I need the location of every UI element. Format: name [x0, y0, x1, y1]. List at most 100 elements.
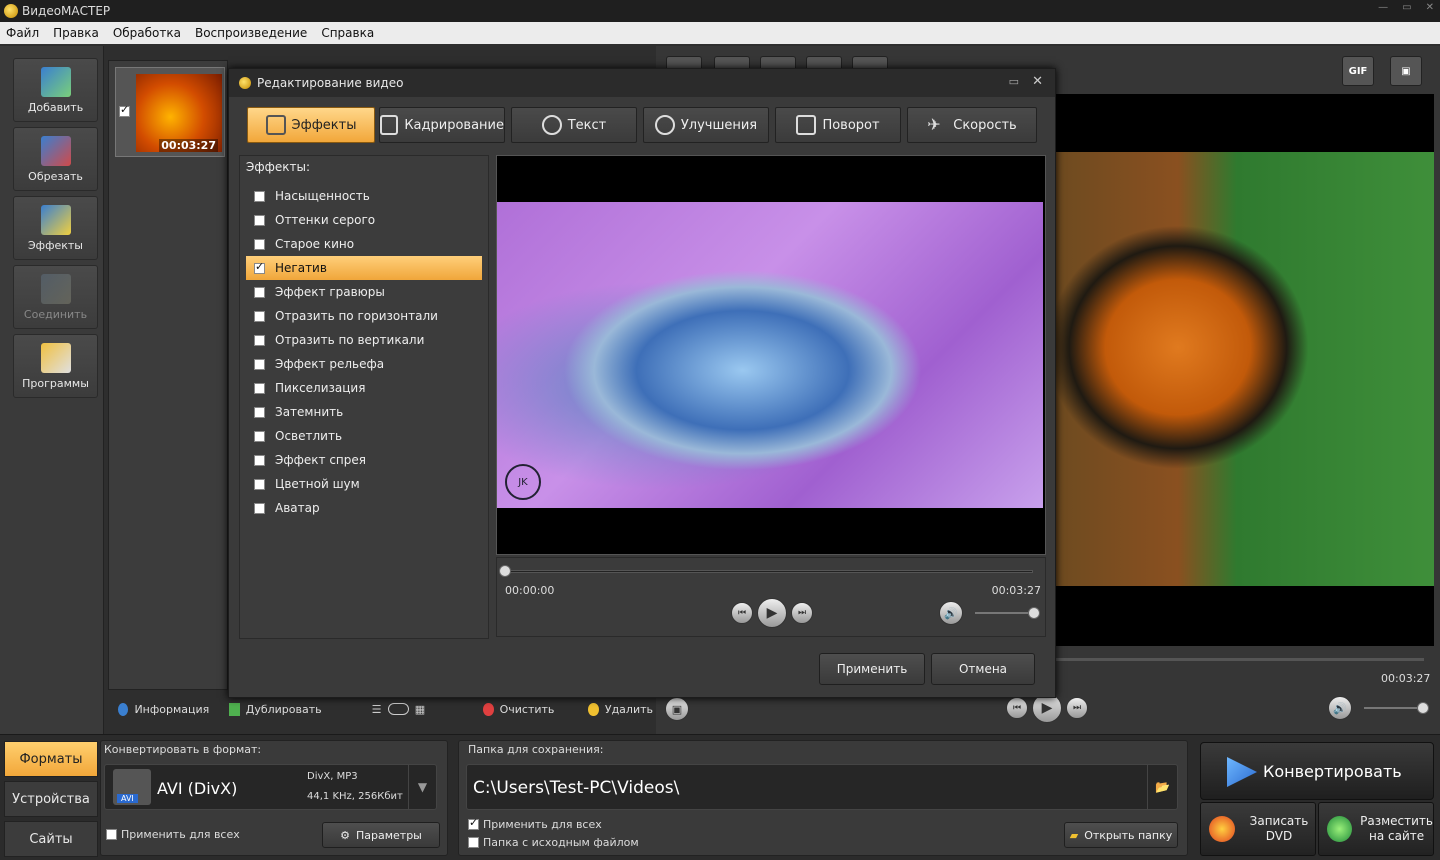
dialog-play-icon[interactable]: ▶	[757, 598, 787, 628]
format-select[interactable]: AVI AVI (DivX) DivX, MP3 44,1 KHz, 256Кб…	[104, 764, 437, 810]
apply-all-folder[interactable]: Применить для всех	[468, 816, 602, 831]
view-toggle[interactable]	[387, 703, 409, 715]
apply-all-checkbox[interactable]	[106, 829, 117, 840]
file-checkbox[interactable]	[119, 103, 130, 117]
folder-path-field[interactable]: C:\Users\Test-PC\Videos\ 📂	[466, 764, 1178, 810]
effect-item[interactable]: Пикселизация	[246, 376, 482, 400]
menu-help[interactable]: Справка	[321, 26, 374, 40]
effect-item[interactable]: Оттенки серого	[246, 208, 482, 232]
dialog-volume-knob[interactable]	[1028, 607, 1040, 619]
programs-button[interactable]: Программы	[13, 334, 98, 398]
convert-arrow-icon	[1227, 757, 1257, 787]
effect-checkbox[interactable]	[254, 286, 265, 298]
chevron-down-icon[interactable]: ▼	[408, 765, 436, 809]
tab-rotate[interactable]: Поворот	[775, 107, 901, 143]
effect-checkbox[interactable]	[254, 190, 265, 202]
effects-tab-icon	[265, 115, 286, 135]
apply-button[interactable]: Применить	[819, 653, 925, 685]
fullscreen-icon[interactable]: ▣	[1390, 56, 1422, 86]
source-folder-checkbox[interactable]	[468, 837, 479, 848]
params-button[interactable]: ⚙ Параметры	[322, 822, 440, 848]
effect-checkbox[interactable]	[254, 310, 265, 322]
burn-dvd-button[interactable]: Записать DVD	[1200, 802, 1316, 856]
dialog-prev-icon[interactable]: ⏮	[731, 602, 753, 624]
open-folder-button[interactable]: ▰ Открыть папку	[1064, 822, 1178, 848]
effect-checkbox[interactable]	[254, 406, 265, 418]
dialog-next-icon[interactable]: ⏭	[791, 602, 813, 624]
cut-button[interactable]: Обрезать	[13, 127, 98, 191]
dialog-timeline[interactable]	[505, 570, 1033, 573]
folder-browse-icon[interactable]: 📂	[1147, 765, 1177, 809]
main-timeline[interactable]	[1056, 658, 1424, 661]
clear-button[interactable]: Очистить	[500, 703, 555, 716]
rotate-icon	[796, 115, 817, 135]
close-icon[interactable]: ✕	[1426, 2, 1434, 13]
effect-checkbox[interactable]	[254, 260, 265, 274]
publish-web-button[interactable]: Разместить на сайте	[1318, 802, 1434, 856]
snapshot-icon[interactable]: ▣	[665, 697, 689, 721]
apply-all-folder-checkbox[interactable]	[468, 816, 479, 830]
effect-item[interactable]: Отразить по вертикали	[246, 328, 482, 352]
effect-item[interactable]: Отразить по горизонтали	[246, 304, 482, 328]
tab-crop[interactable]: Кадрирование	[379, 107, 505, 143]
effect-item[interactable]: Старое кино	[246, 232, 482, 256]
gif-button[interactable]: GIF	[1342, 56, 1374, 86]
grid-view-icon[interactable]: ▦	[415, 703, 425, 716]
add-button[interactable]: Добавить	[13, 58, 98, 122]
effect-label: Негатив	[275, 261, 327, 275]
effect-item[interactable]: Осветлить	[246, 424, 482, 448]
dialog-maximize-icon[interactable]: ▭	[1009, 75, 1019, 88]
volume-icon[interactable]: 🔊	[1328, 696, 1352, 720]
join-button[interactable]: Соединить	[13, 265, 98, 329]
effect-item[interactable]: Насыщенность	[246, 184, 482, 208]
effect-checkbox[interactable]	[254, 358, 265, 370]
menu-playback[interactable]: Воспроизведение	[195, 26, 307, 40]
effect-item[interactable]: Затемнить	[246, 400, 482, 424]
cancel-button[interactable]: Отмена	[931, 653, 1035, 685]
dialog-volume-icon[interactable]: 🔊	[939, 601, 963, 625]
duplicate-button[interactable]: Дублировать	[246, 703, 322, 716]
effects-button[interactable]: Эффекты	[13, 196, 98, 260]
volume-slider[interactable]	[1364, 707, 1422, 709]
effect-checkbox[interactable]	[254, 238, 265, 250]
effect-item[interactable]: Эффект рельефа	[246, 352, 482, 376]
effect-item[interactable]: Эффект гравюры	[246, 280, 482, 304]
effect-item[interactable]: Негатив	[246, 256, 482, 280]
minimize-icon[interactable]: —	[1378, 2, 1388, 13]
effect-checkbox[interactable]	[254, 502, 265, 514]
next-icon[interactable]: ⏭	[1066, 697, 1088, 719]
tab-devices[interactable]: Устройства	[4, 781, 98, 817]
tab-formats[interactable]: Форматы	[4, 741, 98, 777]
main-video-preview	[1040, 94, 1434, 646]
tab-enhance[interactable]: Улучшения	[643, 107, 769, 143]
effect-checkbox[interactable]	[254, 334, 265, 346]
tab-text[interactable]: Текст	[511, 107, 637, 143]
menu-edit[interactable]: Правка	[53, 26, 99, 40]
tab-speed[interactable]: ✈ Скорость	[907, 107, 1037, 143]
source-folder-option[interactable]: Папка с исходным файлом	[468, 836, 639, 849]
dialog-close-icon[interactable]: ✕	[1032, 74, 1043, 89]
tab-effects[interactable]: Эффекты	[247, 107, 375, 143]
effect-checkbox[interactable]	[254, 382, 265, 394]
volume-knob[interactable]	[1417, 702, 1429, 714]
menu-processing[interactable]: Обработка	[113, 26, 181, 40]
effect-checkbox[interactable]	[254, 430, 265, 442]
file-thumbnail[interactable]: 00:03:27	[115, 67, 225, 157]
apply-all-formats[interactable]: Применить для всех	[106, 828, 240, 841]
effect-item[interactable]: Эффект спрея	[246, 448, 482, 472]
effect-checkbox[interactable]	[254, 478, 265, 490]
dialog-volume-slider[interactable]	[975, 612, 1033, 614]
info-button[interactable]: Информация	[134, 703, 209, 716]
delete-button[interactable]: Удалить	[605, 703, 653, 716]
effect-checkbox[interactable]	[254, 454, 265, 466]
prev-icon[interactable]: ⏮	[1006, 697, 1028, 719]
effect-item[interactable]: Аватар	[246, 496, 482, 520]
convert-button[interactable]: Конвертировать	[1200, 742, 1434, 800]
menu-file[interactable]: Файл	[6, 26, 39, 40]
effect-checkbox[interactable]	[254, 214, 265, 226]
effect-item[interactable]: Цветной шум	[246, 472, 482, 496]
maximize-icon[interactable]: ▭	[1402, 2, 1411, 13]
dialog-timeline-knob[interactable]	[499, 565, 511, 577]
list-view-icon[interactable]: ☰	[372, 703, 382, 716]
tab-sites[interactable]: Сайты	[4, 821, 98, 857]
